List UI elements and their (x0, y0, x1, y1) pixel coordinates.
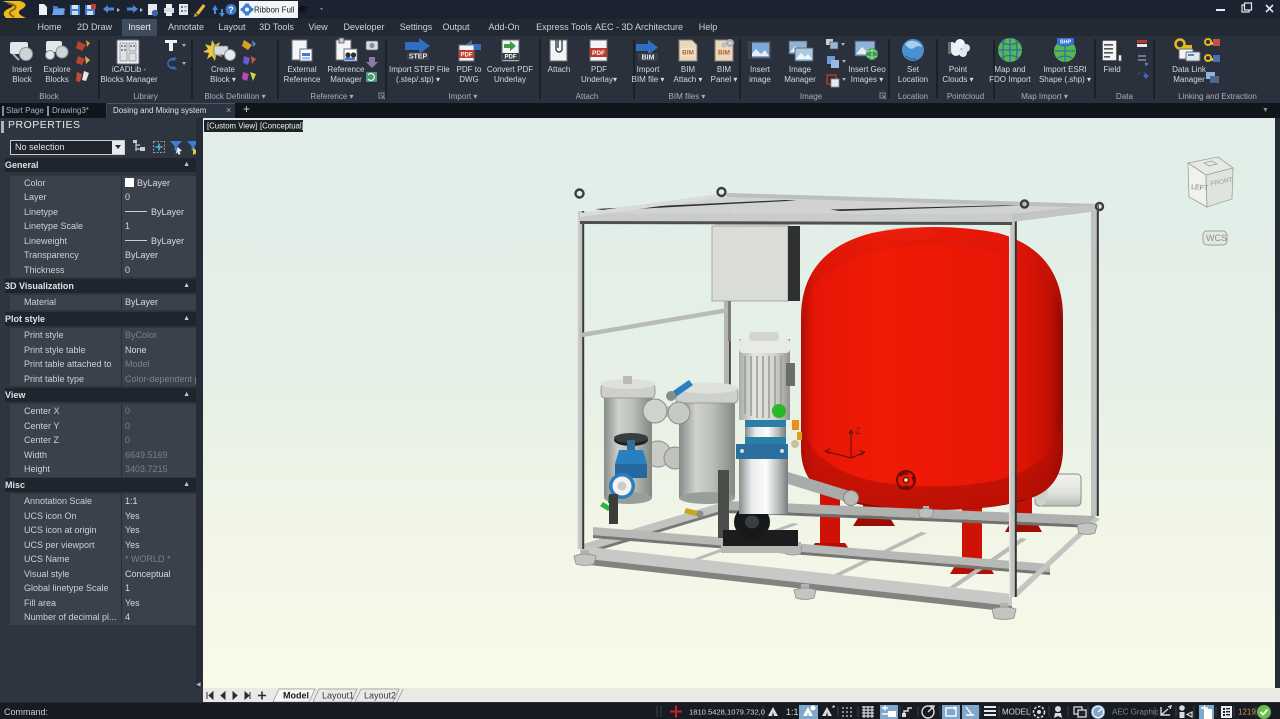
svg-text:Layout1: Layout1 (322, 691, 354, 701)
svg-text:1:1: 1:1 (786, 707, 799, 717)
svg-text:MODEL: MODEL (1002, 708, 1031, 717)
svg-text:Layout2: Layout2 (364, 691, 396, 701)
svg-text:Ribbon Full: Ribbon Full (254, 6, 295, 15)
svg-text:Z: Z (855, 426, 861, 436)
svg-text:[Custom View]: [Custom View] (207, 122, 257, 131)
svg-text:WCS: WCS (1206, 233, 1227, 243)
svg-text:1219: 1219 (1238, 708, 1256, 717)
svg-text:[Conceptual]: [Conceptual] (260, 122, 304, 131)
svg-text:Model: Model (283, 691, 309, 701)
svg-text:AEC Graphic: AEC Graphic (1112, 708, 1159, 717)
svg-text:?: ? (228, 5, 234, 15)
svg-text:LEFT: LEFT (1191, 184, 1209, 192)
svg-text:1810.5428,1079.732,0: 1810.5428,1079.732,0 (689, 708, 765, 717)
